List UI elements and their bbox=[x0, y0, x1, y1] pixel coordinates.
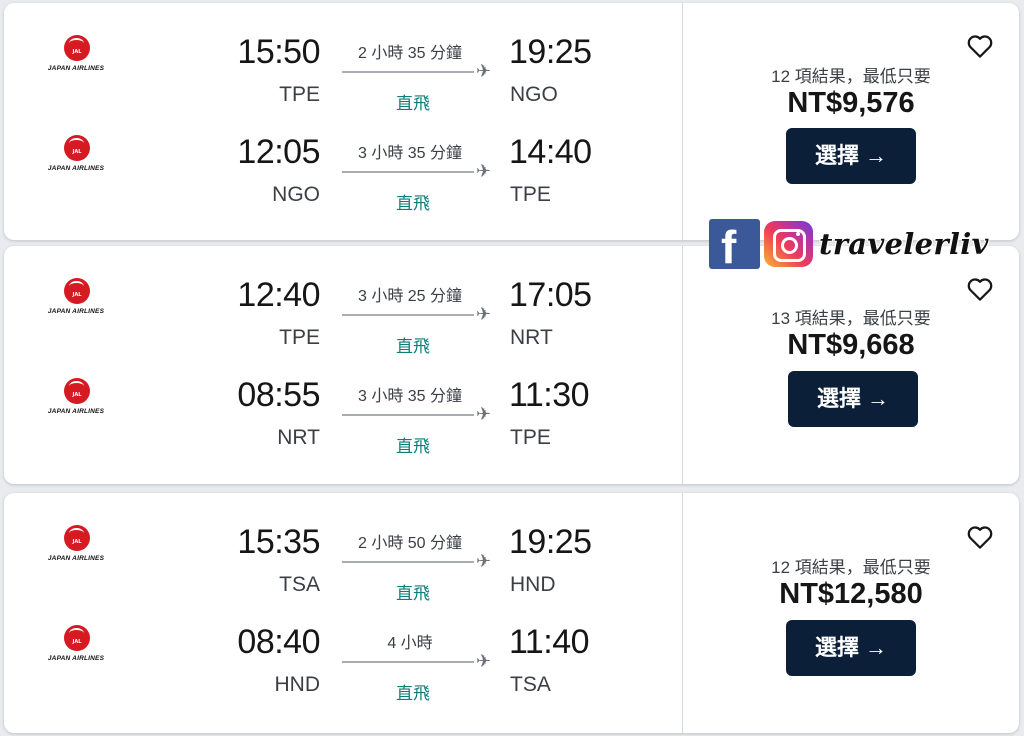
airplane-icon: ✈ bbox=[476, 651, 492, 672]
arrival-time: 19:25 bbox=[509, 33, 592, 71]
airplane-icon: ✈ bbox=[476, 61, 492, 82]
airplane-icon: ✈ bbox=[476, 304, 492, 325]
route-line bbox=[342, 171, 474, 173]
facebook-icon: f bbox=[709, 219, 760, 273]
flight-duration: 3 小時 25 分鐘 bbox=[357, 288, 463, 305]
jal-crane-icon: JAL bbox=[64, 35, 90, 61]
route-line bbox=[342, 661, 474, 663]
route-line bbox=[342, 414, 474, 416]
airline-name: JAPAN AIRLINES bbox=[47, 655, 105, 662]
social-handle: travelerliv bbox=[819, 227, 989, 261]
flight-leg-outbound: JAL JAPAN AIRLINES 12:40 TPE 3 小時 25 分鐘 … bbox=[4, 246, 682, 356]
results-count: 12 項結果，最低只要 bbox=[771, 67, 931, 86]
lowest-price: NT$9,668 bbox=[787, 329, 915, 361]
airline-logo: JAL JAPAN AIRLINES bbox=[36, 35, 116, 85]
price-panel: 13 項結果，最低只要 NT$9,668 選擇 → bbox=[683, 246, 1019, 484]
route-line bbox=[342, 314, 474, 316]
flight-leg-outbound: JAL JAPAN AIRLINES 15:35 TSA 2 小時 50 分鐘 … bbox=[4, 493, 682, 603]
arrival-time: 19:25 bbox=[509, 523, 592, 561]
airline-logo: JAL JAPAN AIRLINES bbox=[36, 525, 116, 575]
departure-time: 15:50 bbox=[237, 33, 320, 71]
stops-label: 直飛 bbox=[396, 194, 430, 213]
arrival-airport: TPE bbox=[510, 183, 551, 206]
arrival-time: 11:30 bbox=[509, 376, 590, 414]
heart-icon[interactable] bbox=[965, 274, 995, 304]
flight-duration: 3 小時 35 分鐘 bbox=[357, 388, 463, 405]
select-button[interactable]: 選擇 → bbox=[786, 128, 916, 184]
flight-leg-outbound: JAL JAPAN AIRLINES 15:50 TPE 2 小時 35 分鐘 … bbox=[4, 3, 682, 113]
airline-logo: JAL JAPAN AIRLINES bbox=[36, 378, 116, 428]
departure-time: 08:40 bbox=[237, 623, 320, 661]
flight-leg-return: JAL JAPAN AIRLINES 08:55 NRT 3 小時 35 分鐘 … bbox=[4, 346, 682, 456]
flight-result-card: JAL JAPAN AIRLINES 15:50 TPE 2 小時 35 分鐘 … bbox=[4, 3, 1019, 240]
departure-time: 15:35 bbox=[237, 523, 320, 561]
social-watermark: f travelerliv bbox=[709, 219, 988, 273]
airline-logo: JAL JAPAN AIRLINES bbox=[36, 135, 116, 185]
flight-result-card: JAL JAPAN AIRLINES 12:40 TPE 3 小時 25 分鐘 … bbox=[4, 246, 1019, 484]
airline-name: JAPAN AIRLINES bbox=[47, 165, 105, 172]
airline-name: JAPAN AIRLINES bbox=[47, 308, 105, 315]
jal-crane-icon: JAL bbox=[64, 525, 90, 551]
results-count: 13 項結果，最低只要 bbox=[771, 309, 931, 328]
select-button[interactable]: 選擇 → bbox=[786, 620, 916, 676]
departure-airport: NGO bbox=[272, 183, 320, 206]
price-panel: 12 項結果，最低只要 NT$12,580 選擇 → bbox=[683, 493, 1019, 733]
airline-name: JAPAN AIRLINES bbox=[47, 555, 105, 562]
flight-duration: 4 小時 bbox=[387, 635, 433, 652]
arrival-airport: TPE bbox=[510, 426, 551, 449]
departure-time: 12:40 bbox=[237, 276, 320, 314]
flight-leg-return: JAL JAPAN AIRLINES 08:40 HND 4 小時 ✈ 直飛 1… bbox=[4, 593, 682, 703]
lowest-price: NT$12,580 bbox=[779, 578, 923, 610]
route-line bbox=[342, 71, 474, 73]
airline-name: JAPAN AIRLINES bbox=[47, 408, 105, 415]
jal-crane-icon: JAL bbox=[64, 378, 90, 404]
flight-result-card: JAL JAPAN AIRLINES 15:35 TSA 2 小時 50 分鐘 … bbox=[4, 493, 1019, 733]
results-count: 12 項結果，最低只要 bbox=[771, 558, 931, 577]
airplane-icon: ✈ bbox=[476, 551, 492, 572]
arrival-airport: TSA bbox=[510, 673, 551, 696]
airline-logo: JAL JAPAN AIRLINES bbox=[36, 625, 116, 675]
departure-airport: NRT bbox=[277, 426, 320, 449]
arrival-time: 11:40 bbox=[509, 623, 590, 661]
flight-duration: 2 小時 50 分鐘 bbox=[357, 535, 463, 552]
route-line bbox=[342, 561, 474, 563]
departure-time: 08:55 bbox=[237, 376, 320, 414]
jal-crane-icon: JAL bbox=[64, 278, 90, 304]
airline-name: JAPAN AIRLINES bbox=[47, 65, 105, 72]
select-button[interactable]: 選擇 → bbox=[788, 371, 918, 427]
jal-crane-icon: JAL bbox=[64, 625, 90, 651]
flight-leg-return: JAL JAPAN AIRLINES 12:05 NGO 3 小時 35 分鐘 … bbox=[4, 103, 682, 213]
instagram-icon bbox=[764, 221, 813, 267]
flight-duration: 2 小時 35 分鐘 bbox=[357, 45, 463, 62]
price-panel: 12 項結果，最低只要 NT$9,576 選擇 → bbox=[683, 3, 1019, 240]
heart-icon[interactable] bbox=[965, 31, 995, 61]
arrival-time: 17:05 bbox=[509, 276, 592, 314]
airplane-icon: ✈ bbox=[476, 161, 492, 182]
lowest-price: NT$9,576 bbox=[787, 87, 915, 119]
airplane-icon: ✈ bbox=[476, 404, 492, 425]
airline-logo: JAL JAPAN AIRLINES bbox=[36, 278, 116, 328]
stops-label: 直飛 bbox=[396, 684, 430, 703]
heart-icon[interactable] bbox=[965, 522, 995, 552]
arrival-time: 14:40 bbox=[509, 133, 592, 171]
jal-crane-icon: JAL bbox=[64, 135, 90, 161]
departure-time: 12:05 bbox=[237, 133, 320, 171]
departure-airport: HND bbox=[274, 673, 321, 696]
flight-duration: 3 小時 35 分鐘 bbox=[357, 145, 463, 162]
stops-label: 直飛 bbox=[396, 437, 430, 456]
